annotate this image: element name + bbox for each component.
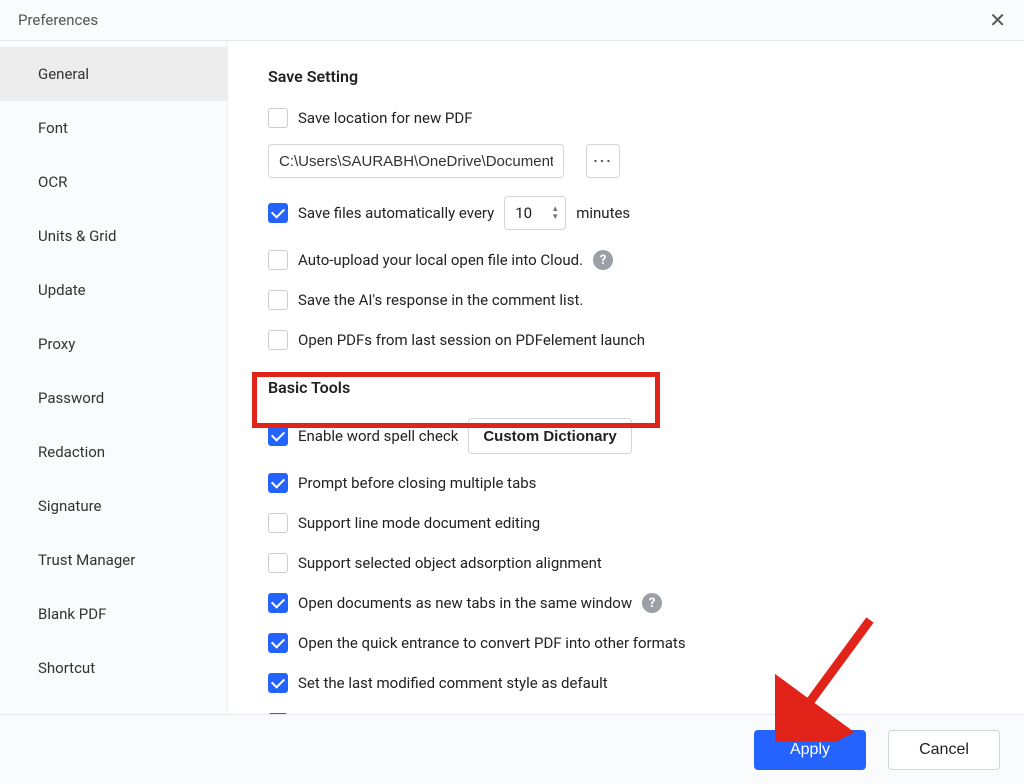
sidebar-item-label: General — [38, 65, 89, 83]
footer: Apply Cancel — [0, 714, 1024, 784]
sidebar-item-label: Shortcut — [38, 659, 95, 677]
sidebar-item-update[interactable]: Update — [0, 263, 227, 317]
window-title: Preferences — [18, 11, 98, 29]
adsorption-label: Support selected object adsorption align… — [298, 554, 602, 572]
checkbox-adsorption[interactable] — [268, 553, 288, 573]
checkbox-last-comment[interactable] — [268, 673, 288, 693]
sidebar-item-label: Update — [38, 281, 86, 299]
sidebar-item-label: Password — [38, 389, 104, 407]
checkbox-autoupload[interactable] — [268, 250, 288, 270]
autosave-label-post: minutes — [576, 204, 630, 222]
quick-entrance-label: Open the quick entrance to convert PDF i… — [298, 634, 686, 652]
checkbox-open-last[interactable] — [268, 330, 288, 350]
autosave-minutes-input[interactable]: 10 ▲▼ — [504, 196, 566, 230]
apply-button[interactable]: Apply — [754, 730, 866, 770]
custom-dictionary-button[interactable]: Custom Dictionary — [468, 418, 631, 454]
help-icon[interactable]: ? — [593, 250, 613, 270]
spellcheck-label: Enable word spell check — [298, 427, 458, 445]
sidebar-item-label: Trust Manager — [38, 551, 135, 569]
sidebar: General Font OCR Units & Grid Update Pro… — [0, 41, 228, 714]
sidebar-item-blank-pdf[interactable]: Blank PDF — [0, 587, 227, 641]
open-tabs-label: Open documents as new tabs in the same w… — [298, 594, 632, 612]
help-icon[interactable]: ? — [642, 593, 662, 613]
save-location-input[interactable] — [268, 144, 564, 178]
close-icon[interactable]: ✕ — [989, 10, 1006, 30]
open-last-label: Open PDFs from last session on PDFelemen… — [298, 331, 645, 349]
checkbox-save-ai[interactable] — [268, 290, 288, 310]
content-panel: Save Setting Save location for new PDF ·… — [228, 41, 1024, 714]
sidebar-item-units-grid[interactable]: Units & Grid — [0, 209, 227, 263]
sidebar-item-redaction[interactable]: Redaction — [0, 425, 227, 479]
browse-button[interactable]: ··· — [586, 144, 620, 178]
spinner-icon[interactable]: ▲▼ — [551, 205, 559, 221]
checkbox-quick-entrance[interactable] — [268, 633, 288, 653]
last-comment-label: Set the last modified comment style as d… — [298, 674, 608, 692]
checkbox-prompt-tabs[interactable] — [268, 473, 288, 493]
sidebar-item-signature[interactable]: Signature — [0, 479, 227, 533]
checkbox-open-tabs[interactable] — [268, 593, 288, 613]
checkbox-autosave[interactable] — [268, 203, 288, 223]
checkbox-line-mode[interactable] — [268, 513, 288, 533]
sidebar-item-label: Blank PDF — [38, 605, 106, 623]
sidebar-item-shortcut[interactable]: Shortcut — [0, 641, 227, 695]
sidebar-item-label: Units & Grid — [38, 227, 117, 245]
sidebar-item-label: Redaction — [38, 443, 105, 461]
autosave-label-pre: Save files automatically every — [298, 204, 494, 222]
sidebar-item-password[interactable]: Password — [0, 371, 227, 425]
checkbox-save-location[interactable] — [268, 108, 288, 128]
sidebar-item-ocr[interactable]: OCR — [0, 155, 227, 209]
sidebar-item-font[interactable]: Font — [0, 101, 227, 155]
prompt-tabs-label: Prompt before closing multiple tabs — [298, 474, 536, 492]
autosave-minutes-value: 10 — [515, 204, 551, 222]
sidebar-item-trust-manager[interactable]: Trust Manager — [0, 533, 227, 587]
section-heading-basic: Basic Tools — [268, 378, 1004, 397]
sidebar-item-label: Font — [38, 119, 68, 137]
sidebar-item-general[interactable]: General — [0, 47, 227, 101]
titlebar: Preferences ✕ — [0, 0, 1024, 41]
cancel-button[interactable]: Cancel — [888, 730, 1000, 770]
sidebar-item-label: OCR — [38, 173, 67, 191]
save-location-label: Save location for new PDF — [298, 109, 473, 127]
line-mode-label: Support line mode document editing — [298, 514, 540, 532]
sidebar-item-proxy[interactable]: Proxy — [0, 317, 227, 371]
sidebar-item-label: Proxy — [38, 335, 75, 353]
checkbox-spellcheck[interactable] — [268, 426, 288, 446]
section-heading-save: Save Setting — [268, 67, 1004, 86]
autoupload-label: Auto-upload your local open file into Cl… — [298, 251, 583, 269]
sidebar-item-label: Signature — [38, 497, 102, 515]
save-ai-label: Save the AI's response in the comment li… — [298, 291, 583, 309]
